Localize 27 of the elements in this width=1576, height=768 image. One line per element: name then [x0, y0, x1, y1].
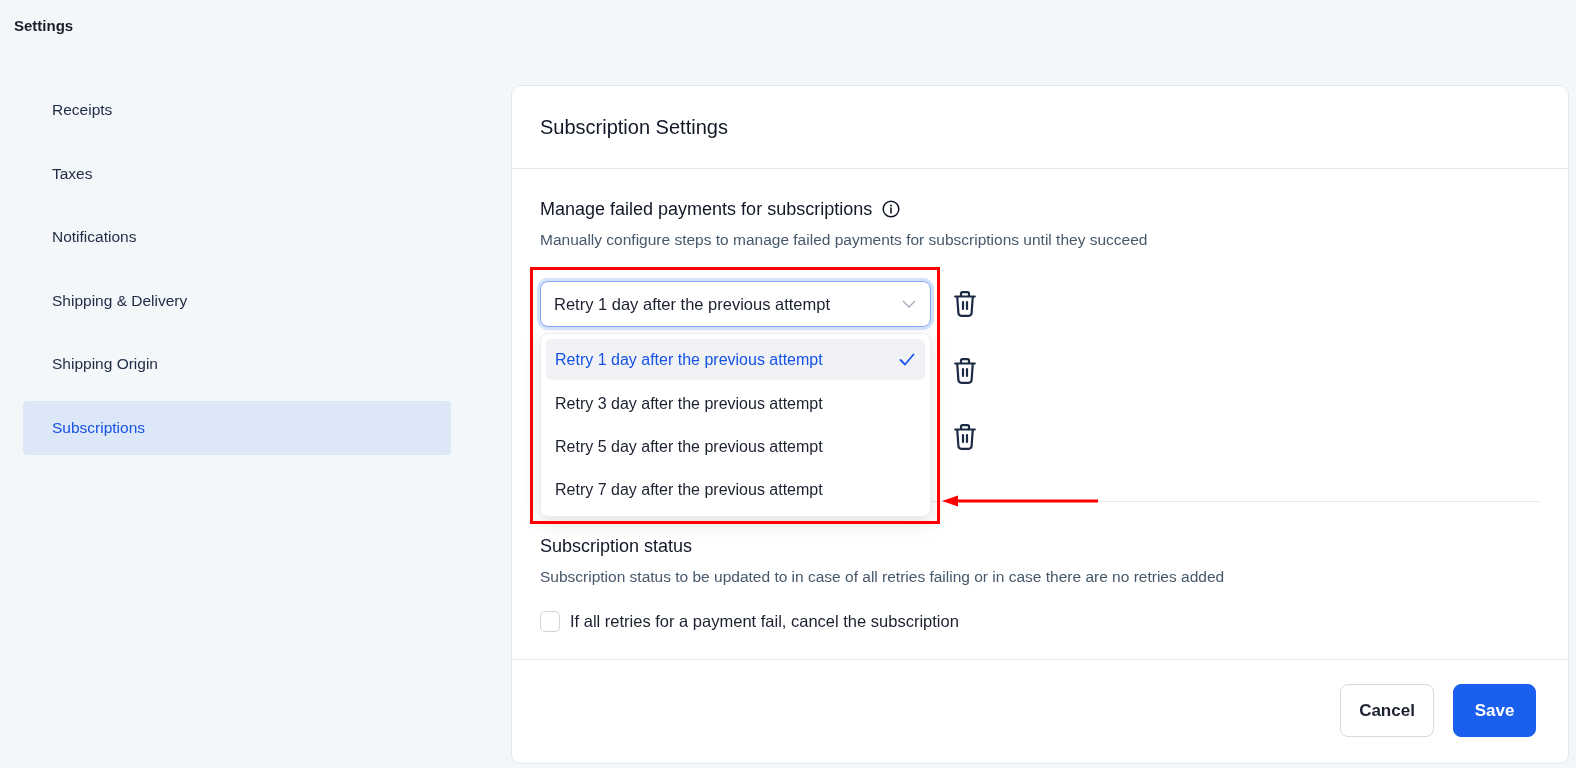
sidebar-item[interactable]: Shipping Origin [23, 337, 451, 391]
card-title: Subscription Settings [540, 115, 728, 139]
section-description: Manually configure steps to manage failed payments for subscriptions until they succeed [540, 230, 1149, 250]
checkbox-label: If all retries for a payment fail, cancel the subscription [570, 611, 959, 631]
dropdown-option[interactable]: Retry 3 day after the previous attempt [546, 382, 925, 425]
info-icon[interactable] [882, 200, 901, 218]
sidebar-item[interactable]: Notifications [23, 210, 451, 264]
dropdown-option[interactable]: Retry 7 day after the previous attempt [546, 468, 925, 511]
sidebar-item[interactable]: Taxes [23, 146, 451, 201]
trash-icon[interactable] [954, 357, 976, 384]
save-button[interactable]: Save [1453, 684, 1536, 737]
dropdown-option[interactable]: Retry 1 day after the previous attempt [546, 339, 925, 380]
chevron-down-icon [902, 300, 916, 308]
dropdown-option[interactable]: Retry 5 day after the previous attempt [546, 425, 925, 468]
sidebar-item[interactable]: Receipts [23, 83, 451, 137]
cancel-button[interactable]: Cancel [1340, 684, 1434, 737]
check-icon [899, 353, 915, 366]
page-title: Settings [14, 16, 74, 36]
section-description: Subscription status to be updated to in case of all retries failing or in case there are no retries added [540, 567, 1226, 587]
trash-icon[interactable] [954, 291, 976, 317]
checkbox[interactable] [540, 610, 560, 632]
sidebar-item[interactable]: Subscriptions [23, 400, 451, 455]
retry-select[interactable]: Retry 1 day after the previous attempt [540, 281, 931, 327]
sidebar-item[interactable]: Shipping & Delivery [23, 273, 451, 328]
trash-icon[interactable] [954, 424, 976, 450]
section-title: Manage failed payments for subscriptions [540, 198, 873, 221]
section-title: Subscription status [540, 535, 694, 558]
